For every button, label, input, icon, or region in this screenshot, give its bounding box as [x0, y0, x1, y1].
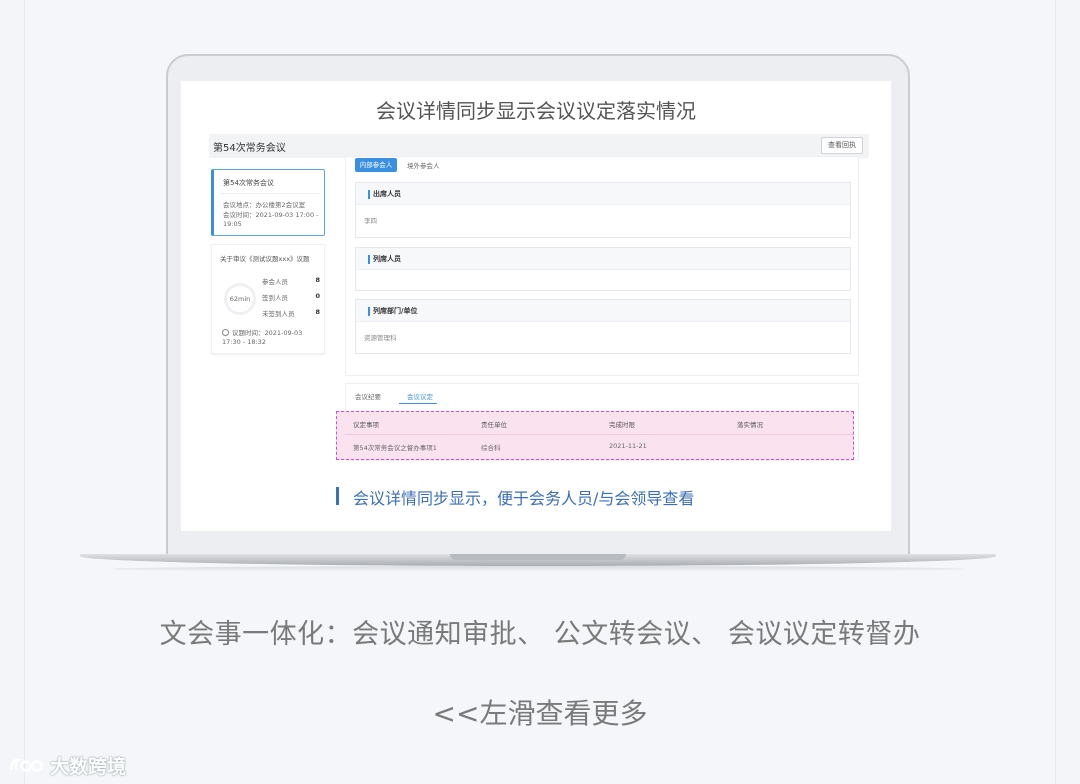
watermark-logo-icon: [10, 758, 43, 772]
stat-signed-in: 签到人员 0: [262, 292, 320, 302]
section-title: 出席人员: [373, 190, 401, 198]
accent-bar: [368, 307, 370, 316]
accent-bar: [368, 255, 370, 264]
tab-internal-participants[interactable]: 内部参会人: [355, 158, 397, 172]
stat-value: 8: [315, 276, 320, 284]
section-title: 列席部门/单位: [373, 307, 418, 315]
laptop-screen: 会议详情同步显示会议议定落实情况 第54次常务会议 查看回执 第54次常务会议 …: [181, 81, 891, 531]
stat-label: 签到人员: [262, 294, 288, 302]
table-header-unit: 责任单位: [481, 421, 507, 429]
stat-attendees: 参会人员 8: [262, 276, 320, 286]
meeting-location: 会议地点：办公楼第2会议室: [223, 201, 306, 209]
stat-label: 参会人员: [262, 278, 288, 286]
active-tab-underline: [399, 403, 437, 404]
duration-label: 62min: [229, 295, 251, 303]
section-header: 列席人员: [356, 248, 850, 270]
topic-time-text: 议题时间：2021-09-03 17:30 - 18:32: [222, 329, 303, 346]
table-header-item: 议定事项: [353, 421, 379, 429]
meeting-name: 第54次常务会议: [213, 143, 286, 154]
accent-bar: [368, 190, 370, 199]
section-content: 资源管理科: [364, 334, 397, 342]
stat-not-signed-in: 未签到人员 8: [262, 308, 320, 318]
meeting-time: 会议时间：2021-09-03 17:00 - 19:05: [223, 211, 319, 228]
watermark: 大数跨境: [8, 752, 126, 779]
section-nonvoting-attendees: 列席人员: [355, 247, 851, 291]
table-cell-unit: 综合科: [481, 444, 501, 452]
caption-accent-bar: [336, 487, 339, 505]
section-content: [356, 270, 850, 290]
table-row-divider: [345, 434, 853, 435]
meeting-info-card[interactable]: 第54次常务会议 会议地点：办公楼第2会议室 会议时间：2021-09-03 1…: [211, 169, 325, 236]
laptop-shadow: [110, 566, 966, 572]
laptop-notch: [450, 554, 626, 560]
tab-meeting-resolutions[interactable]: 会议议定: [407, 391, 433, 401]
section-attendees: 出席人员 李四: [355, 182, 851, 238]
stat-label: 未签到人员: [262, 310, 295, 318]
table-cell-item[interactable]: 第54次常务会议之督办事项1: [353, 442, 437, 452]
topic-card[interactable]: 关于审议《测试议题xxx》议题 62min 参会人员 8 签到人员 0 未签到人…: [211, 244, 325, 354]
screen-caption: 会议详情同步显示，便于会务人员/与会领导查看: [353, 489, 695, 508]
clock-icon: [222, 329, 229, 336]
tab-external-participants[interactable]: 境外参会人: [407, 160, 440, 170]
section-header: 列席部门/单位: [356, 300, 850, 322]
section-title: 列席人员: [373, 255, 401, 263]
table-header-deadline: 完成时限: [609, 421, 635, 429]
table-cell-deadline: 2021-11-21: [609, 442, 647, 450]
feature-subtitle: 文会事一体化：会议通知审批、 公文转会议、 会议议定转督办: [159, 619, 921, 650]
topic-time: 议题时间：2021-09-03 17:30 - 18:32: [222, 329, 322, 347]
section-departments: 列席部门/单位 资源管理科: [355, 299, 851, 354]
table-header-status: 落实情况: [737, 421, 763, 429]
stat-value: 8: [315, 308, 320, 316]
stat-value: 0: [315, 292, 320, 300]
section-content: 李四: [364, 217, 377, 225]
watermark-text: 大数跨境: [50, 756, 127, 778]
tab-meeting-minutes[interactable]: 会议纪要: [355, 391, 381, 401]
section-header: 出席人员: [356, 183, 850, 205]
topic-title: 关于审议《测试议题xxx》议题: [220, 255, 310, 263]
divider: [220, 193, 320, 194]
view-receipt-button[interactable]: 查看回执: [821, 137, 863, 154]
meeting-header: 第54次常务会议 查看回执: [209, 134, 869, 158]
screen-title: 会议详情同步显示会议议定落实情况: [376, 99, 696, 123]
meeting-card-title: 第54次常务会议: [223, 179, 274, 187]
resolution-table-highlight: [336, 411, 854, 460]
swipe-hint[interactable]: <<左滑查看更多: [0, 692, 1080, 732]
